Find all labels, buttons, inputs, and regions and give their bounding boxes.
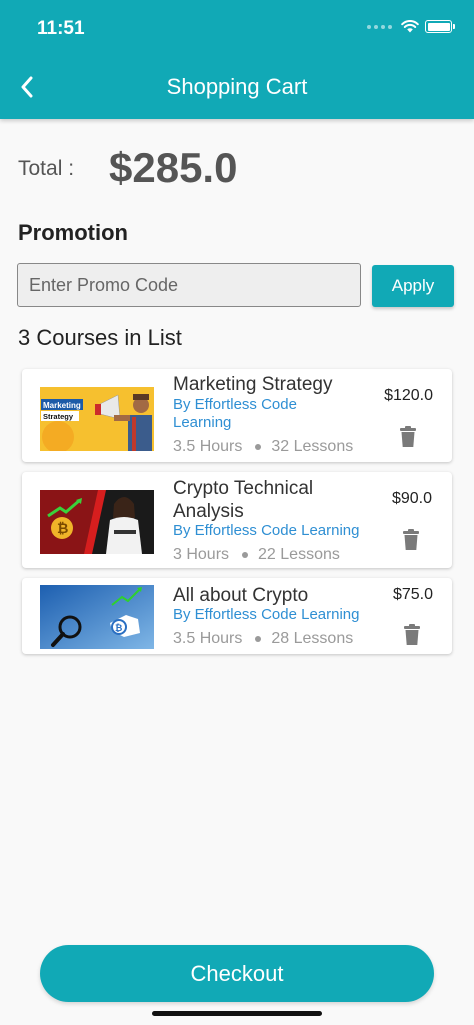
course-title[interactable]: All about Crypto	[173, 584, 308, 607]
course-hours: 3 Hours	[173, 546, 230, 563]
status-time: 11:51	[37, 18, 85, 39]
promo-code-input[interactable]	[17, 263, 361, 307]
status-icons	[367, 20, 455, 33]
course-author[interactable]: By Effortless Code Learning	[173, 522, 360, 540]
course-lessons: 22 Lessons	[258, 546, 340, 563]
checkout-button[interactable]: Checkout	[40, 945, 434, 1002]
course-card[interactable]: Marketing Strategy Marketing Strategy By…	[22, 369, 452, 462]
wifi-icon	[401, 20, 419, 33]
course-price: $90.0	[391, 490, 432, 507]
thumb-text-marketing: Marketing	[43, 401, 81, 410]
course-hours: 3.5 Hours	[173, 630, 243, 647]
course-meta: 3.5 Hours 28 Lessons	[173, 630, 353, 648]
course-author[interactable]: By Effortless Code Learning	[173, 606, 360, 624]
home-indicator	[152, 1011, 322, 1016]
promotion-heading: Promotion	[18, 220, 128, 245]
total-label: Total :	[18, 157, 75, 180]
apply-button[interactable]: Apply	[372, 265, 454, 307]
trash-icon[interactable]	[403, 624, 421, 646]
course-card[interactable]: ₿ All about Crypto By Effortless Code Le…	[22, 578, 452, 654]
course-thumbnail: ₿	[40, 585, 154, 649]
course-card[interactable]: ₿ Crypto Technical Analysis By Effortles…	[22, 472, 452, 568]
separator-dot	[242, 552, 249, 558]
courses-count-heading: 3 Courses in List	[18, 325, 182, 350]
course-author[interactable]: By Effortless Code Learning	[173, 396, 323, 432]
course-meta: 3.5 Hours 32 Lessons	[173, 438, 353, 456]
course-meta: 3 Hours 22 Lessons	[173, 546, 340, 564]
svg-text:₿: ₿	[57, 520, 68, 536]
course-thumbnail: Marketing Strategy	[40, 387, 154, 451]
course-lessons: 28 Lessons	[271, 630, 354, 647]
thumb-text-strategy: Strategy	[43, 412, 74, 421]
course-thumbnail: ₿	[40, 490, 154, 554]
total-value: $285.0	[109, 144, 238, 191]
separator-dot	[255, 636, 262, 642]
page-title: Shopping Cart	[166, 74, 308, 99]
course-lessons: 32 Lessons	[271, 438, 354, 455]
signal-icon	[367, 24, 392, 29]
course-price: $120.0	[384, 387, 433, 404]
course-price: $75.0	[392, 586, 433, 603]
battery-icon	[425, 20, 455, 33]
trash-icon[interactable]	[402, 529, 420, 551]
app-header: 11:51 Shopping Cart	[0, 0, 474, 119]
svg-text:₿: ₿	[115, 623, 122, 633]
course-title[interactable]: Marketing Strategy	[173, 373, 332, 396]
course-title[interactable]: Crypto Technical Analysis	[173, 477, 368, 523]
trash-icon[interactable]	[399, 426, 417, 448]
separator-dot	[255, 444, 262, 450]
course-hours: 3.5 Hours	[173, 438, 243, 455]
